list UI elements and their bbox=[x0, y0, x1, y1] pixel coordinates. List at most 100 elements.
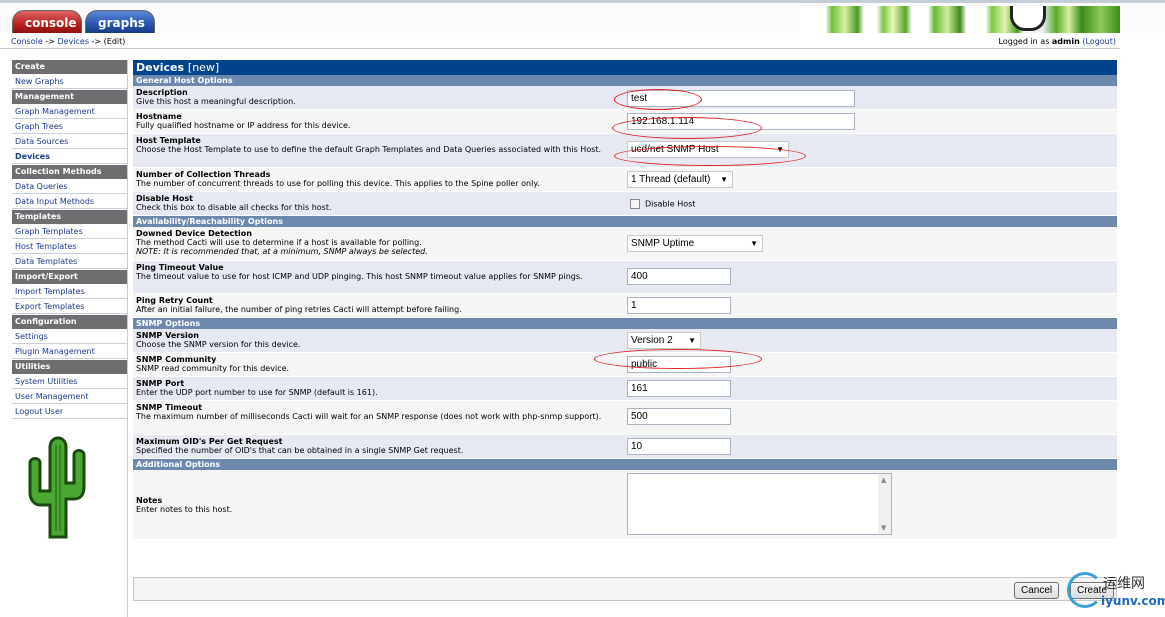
notes-textarea[interactable]: ▲ ▼ bbox=[627, 473, 892, 535]
field-label: Notes bbox=[136, 496, 163, 505]
form-row-snmp-timeout: SNMP Timeout The maximum number of millis… bbox=[133, 401, 1117, 435]
form-row-snmp-port: SNMP Port Enter the UDP port number to us… bbox=[133, 377, 1117, 401]
form-row-ping-retry: Ping Retry Count After an initial failure… bbox=[133, 294, 1117, 318]
ping-timeout-input[interactable]: 400 bbox=[627, 268, 731, 285]
snmp-community-input[interactable]: public bbox=[627, 356, 731, 373]
disable-host-checkbox[interactable] bbox=[630, 199, 640, 209]
main-content: Devices [new] General Host Options Descr… bbox=[133, 60, 1117, 540]
field-help: Enter notes to this host. bbox=[136, 505, 233, 514]
form-row-notes: Notes Enter notes to this host. ▲ ▼ bbox=[133, 470, 1117, 540]
checkbox-label: Disable Host bbox=[645, 199, 696, 209]
sidebar-item-graph-management[interactable]: Graph Management bbox=[12, 105, 127, 119]
form-row-threads: Number of Collection Threads The number o… bbox=[133, 168, 1117, 192]
form-row-description: Description Give this host a meaningful d… bbox=[133, 86, 1117, 110]
form-row-downed-detection: Downed Device Detection The method Cacti … bbox=[133, 227, 1117, 261]
field-label: Disable Host bbox=[136, 194, 193, 203]
breadcrumb-separator: -> bbox=[42, 37, 58, 46]
sidebar-item-host-templates[interactable]: Host Templates bbox=[12, 240, 127, 254]
watermark-logo: 运维网 iyunv.com bbox=[1065, 570, 1165, 617]
sidebar-item-data-input-methods[interactable]: Data Input Methods bbox=[12, 195, 127, 209]
sidebar-item-data-templates[interactable]: Data Templates bbox=[12, 255, 127, 269]
hostname-input[interactable]: 192.168.1.114 bbox=[627, 113, 855, 130]
select-value: 1 Thread (default) bbox=[631, 174, 711, 185]
scroll-up-icon[interactable]: ▲ bbox=[881, 476, 886, 484]
sidebar-section-configuration: Configuration bbox=[12, 315, 127, 329]
downed-detection-select[interactable]: SNMP Uptime ▼ bbox=[627, 235, 763, 252]
description-input[interactable]: test bbox=[627, 90, 855, 107]
field-help: Choose the SNMP version for this device. bbox=[136, 340, 301, 349]
section-additional-header: Additional Options bbox=[133, 459, 1117, 470]
field-help: Fully qualified hostname or IP address f… bbox=[136, 121, 351, 130]
form-row-hostname: Hostname Fully qualified hostname or IP a… bbox=[133, 110, 1117, 134]
sidebar-item-data-sources[interactable]: Data Sources bbox=[12, 135, 127, 149]
section-snmp-header: SNMP Options bbox=[133, 318, 1117, 329]
sidebar-item-settings[interactable]: Settings bbox=[12, 330, 127, 344]
tab-graphs[interactable]: graphs bbox=[85, 10, 155, 34]
field-help: Choose the Host Template to use to defin… bbox=[136, 145, 602, 154]
threads-select[interactable]: 1 Thread (default) ▼ bbox=[627, 171, 733, 188]
field-help: The timeout value to use for host ICMP a… bbox=[136, 272, 583, 281]
breadcrumb-current: (Edit) bbox=[103, 37, 126, 46]
form-row-host-template: Host Template Choose the Host Template to… bbox=[133, 134, 1117, 168]
sidebar-item-devices[interactable]: Devices bbox=[12, 150, 127, 164]
field-help: The number of concurrent threads to use … bbox=[136, 179, 540, 188]
select-value: ucd/net SNMP Host bbox=[631, 144, 719, 155]
sidebar-item-logout-user[interactable]: Logout User bbox=[12, 405, 127, 419]
field-help: After an initial failure, the number of … bbox=[136, 305, 462, 314]
sidebar-item-new-graphs[interactable]: New Graphs bbox=[12, 75, 127, 89]
host-template-select[interactable]: ucd/net SNMP Host ▼ bbox=[627, 141, 789, 158]
disable-host-checkbox-wrap: Disable Host bbox=[630, 199, 695, 209]
sidebar-item-plugin-management[interactable]: Plugin Management bbox=[12, 345, 127, 359]
form-row-max-oids: Maximum OID's Per Get Request Specified t… bbox=[133, 435, 1117, 459]
page-title-suffix: [new] bbox=[187, 61, 220, 74]
breadcrumb-bar: Console -> Devices -> (Edit) Logged in a… bbox=[0, 33, 1120, 49]
tab-console[interactable]: console bbox=[12, 10, 82, 34]
breadcrumb-console-link[interactable]: Console bbox=[11, 37, 43, 46]
sidebar-item-system-utilities[interactable]: System Utilities bbox=[12, 375, 127, 389]
sidebar-section-management: Management bbox=[12, 90, 127, 104]
field-label: Description bbox=[136, 88, 188, 97]
cacti-banner-image bbox=[800, 6, 1120, 36]
dropdown-arrow-icon: ▼ bbox=[750, 239, 758, 248]
field-help: SNMP read community for this device. bbox=[136, 364, 290, 373]
field-help: Specified the number of OID's that can b… bbox=[136, 446, 464, 455]
sidebar-section-collection-methods: Collection Methods bbox=[12, 165, 127, 179]
snmp-version-select[interactable]: Version 2 ▼ bbox=[627, 332, 701, 349]
breadcrumb-devices-link[interactable]: Devices bbox=[57, 37, 89, 46]
sidebar-item-import-templates[interactable]: Import Templates bbox=[12, 285, 127, 299]
field-label: SNMP Port bbox=[136, 379, 185, 388]
form-footer: Cancel Create bbox=[133, 577, 1117, 601]
select-value: SNMP Uptime bbox=[631, 238, 695, 249]
watermark-url-text: iyunv.com bbox=[1101, 594, 1165, 608]
field-label: SNMP Community bbox=[136, 355, 217, 364]
watermark-ring-icon bbox=[1067, 572, 1103, 608]
field-label: Hostname bbox=[136, 112, 182, 121]
sidebar-item-graph-trees[interactable]: Graph Trees bbox=[12, 120, 127, 134]
page-title-text: Devices bbox=[136, 61, 185, 74]
snmp-timeout-input[interactable]: 500 bbox=[627, 408, 731, 425]
watermark-cn-text: 运维网 bbox=[1103, 576, 1145, 592]
field-label: Host Template bbox=[136, 136, 201, 145]
sidebar-section-import-export: Import/Export bbox=[12, 270, 127, 284]
notes-scrollbar[interactable]: ▲ ▼ bbox=[878, 474, 891, 534]
sidebar-section-create: Create bbox=[12, 60, 127, 74]
cactus-logo bbox=[28, 436, 86, 539]
field-label: Number of Collection Threads bbox=[136, 170, 271, 179]
max-oids-input[interactable]: 10 bbox=[627, 438, 731, 455]
cancel-button[interactable]: Cancel bbox=[1014, 582, 1060, 599]
section-availability-header: Availability/Reachability Options bbox=[133, 216, 1117, 227]
page-title: Devices [new] bbox=[133, 60, 1117, 75]
logout-link[interactable]: (Logout) bbox=[1082, 37, 1116, 46]
sidebar-item-user-management[interactable]: User Management bbox=[12, 390, 127, 404]
field-help: Check this box to disable all checks for… bbox=[136, 203, 332, 212]
snmp-port-input[interactable]: 161 bbox=[627, 380, 731, 397]
sidebar-item-graph-templates[interactable]: Graph Templates bbox=[12, 225, 127, 239]
field-label: Ping Timeout Value bbox=[136, 263, 224, 272]
scroll-down-icon[interactable]: ▼ bbox=[881, 524, 886, 532]
form-row-snmp-community: SNMP Community SNMP read community for th… bbox=[133, 353, 1117, 377]
sidebar-item-export-templates[interactable]: Export Templates bbox=[12, 300, 127, 314]
sidebar-item-data-queries[interactable]: Data Queries bbox=[12, 180, 127, 194]
field-label: SNMP Version bbox=[136, 331, 199, 340]
ping-retry-input[interactable]: 1 bbox=[627, 297, 731, 314]
field-note: NOTE: It is recommended that, at a minim… bbox=[136, 247, 428, 256]
